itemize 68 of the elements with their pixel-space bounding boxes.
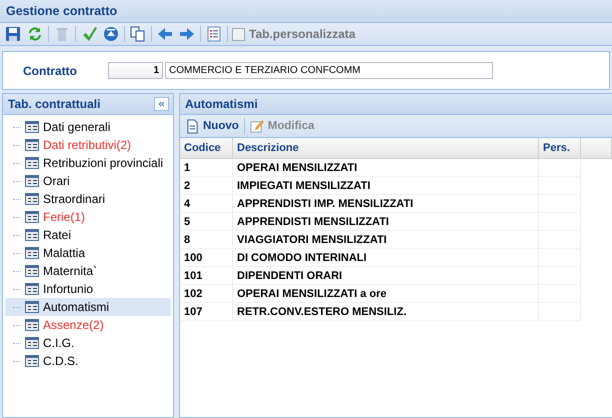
table-icon (25, 337, 39, 349)
copy-button[interactable] (129, 25, 147, 43)
table-cell: 100 (180, 248, 232, 266)
table-icon (25, 229, 39, 241)
tree-item[interactable]: C.I.G. (5, 334, 171, 352)
tree-item[interactable]: Ferie(1) (5, 208, 171, 226)
column-header[interactable]: Pers. (538, 138, 580, 158)
window-title: Gestione contratto (6, 4, 118, 18)
new-button[interactable]: Nuovo (185, 118, 239, 134)
tree-item[interactable]: Maternita` (5, 262, 171, 280)
table-icon (25, 211, 39, 223)
document-icon (185, 118, 200, 134)
table-icon (25, 265, 39, 277)
list-button[interactable] (205, 25, 223, 43)
tree-item[interactable]: Assenze(2) (5, 316, 171, 334)
table-icon (25, 283, 39, 295)
table-cell: 4 (180, 194, 232, 212)
table-cell: 101 (180, 266, 232, 284)
table-cell: OPERAI MENSILIZZATI a ore (232, 284, 538, 302)
table-icon (25, 121, 39, 133)
table-cell: 102 (180, 284, 232, 302)
table-cell: 1 (180, 158, 232, 176)
table-icon (25, 247, 39, 259)
panel-title: Automatismi (185, 97, 258, 111)
table-cell: APPRENDISTI IMP. MENSILIZZATI (232, 194, 538, 212)
table-cell: RETR.CONV.ESTERO MENSILIZ. (232, 302, 538, 320)
panel-title: Tab. contrattuali (8, 97, 100, 111)
table-icon (25, 193, 39, 205)
column-header[interactable]: Descrizione (232, 138, 538, 158)
tree-item[interactable]: Retribuzioni provinciali (5, 154, 171, 172)
column-header[interactable]: Codice (180, 138, 232, 158)
tree-item[interactable]: C.D.S. (5, 352, 171, 370)
tree-item[interactable]: Orari (5, 172, 171, 190)
tree-item[interactable]: Straordinari (5, 190, 171, 208)
description-field[interactable]: COMMERCIO E TERZIARIO CONFCOMM (165, 62, 493, 79)
tree-item[interactable]: Automatismi (5, 298, 171, 316)
table-cell: 5 (180, 212, 232, 230)
tree-item[interactable]: Malattia (5, 244, 171, 262)
up-circle-button[interactable] (102, 25, 120, 43)
tree-item[interactable]: Dati generali (5, 118, 171, 136)
refresh-button[interactable] (26, 25, 44, 43)
tree-item[interactable]: Ratei (5, 226, 171, 244)
code-field[interactable]: 1 (108, 62, 163, 79)
checkbox[interactable] (232, 28, 245, 40)
table-icon (25, 175, 39, 187)
table-cell: OPERAI MENSILIZZATI (232, 158, 538, 176)
save-button[interactable] (4, 25, 22, 43)
table-cell: 2 (180, 176, 232, 194)
field-label: Contratto (23, 64, 78, 78)
table-icon (25, 319, 39, 331)
table-cell: 8 (180, 230, 232, 248)
table-icon (25, 301, 39, 313)
right-arrow-button[interactable] (178, 25, 196, 43)
table-icon (25, 139, 39, 151)
table-cell: IMPIEGATI MENSILIZZATI (232, 176, 538, 194)
collapse-button[interactable]: « (154, 97, 169, 111)
tree-item[interactable]: Dati retributivi(2) (5, 136, 171, 154)
tree-item[interactable]: Infortunio (5, 280, 171, 298)
left-arrow-button[interactable] (156, 25, 174, 43)
table-icon (25, 157, 39, 169)
table-icon (25, 355, 39, 367)
table-cell: VIAGGIATORI MENSILIZZATI (232, 230, 538, 248)
table-cell: DIPENDENTI ORARI (232, 266, 538, 284)
table-cell: 107 (180, 302, 232, 320)
checkbox-label: Tab.personalizzata (249, 27, 356, 41)
table-cell: DI COMODO INTERINALI (232, 248, 538, 266)
table-cell: APPRENDISTI MENSILIZZATI (232, 212, 538, 230)
pencil-icon (250, 118, 265, 134)
